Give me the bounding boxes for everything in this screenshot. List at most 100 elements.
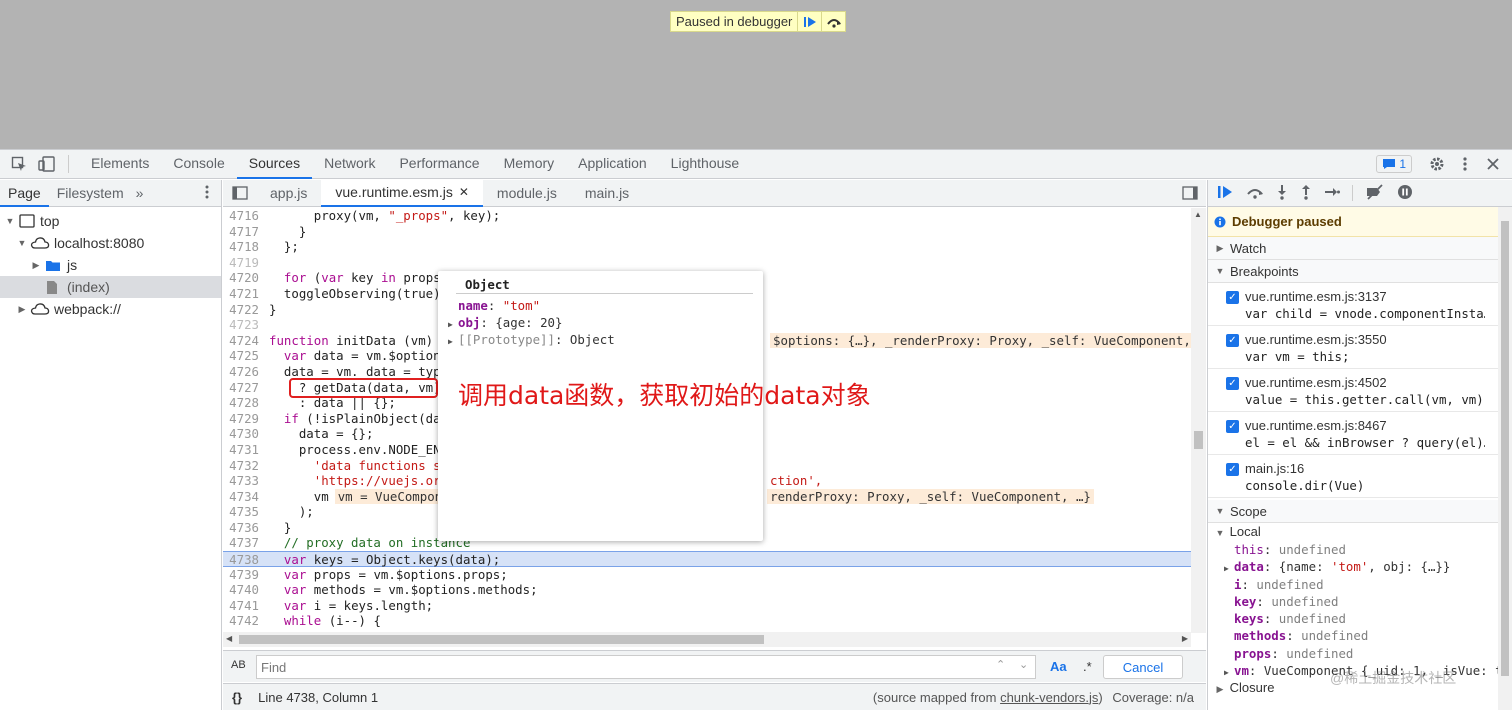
breakpoint-item[interactable]: ✓ main.js:16 console.dir(Vue)	[1208, 455, 1512, 498]
scope-variable[interactable]: ▶ data: {name: 'tom', obj: {…}}	[1208, 558, 1512, 575]
match-case-button[interactable]: Aa	[1050, 659, 1067, 674]
find-previous-icon[interactable]: ⌃	[996, 658, 1005, 671]
scroll-right-icon[interactable]: ▶	[1182, 634, 1188, 643]
code-line[interactable]: 4742 while (i--) {	[223, 613, 1191, 629]
file-tab-module-js[interactable]: module.js	[483, 180, 571, 207]
more-tabs-button[interactable]: »	[132, 180, 148, 207]
scope-variable[interactable]: keys: undefined	[1208, 610, 1512, 627]
local-scope-header[interactable]: ▼ Local	[1208, 523, 1512, 541]
breakpoint-item[interactable]: ✓ vue.runtime.esm.js:3550 var vm = this;	[1208, 326, 1512, 369]
tree-item-index[interactable]: (index)	[0, 276, 221, 298]
line-number[interactable]: 4740	[223, 582, 265, 598]
issues-badge[interactable]: 1	[1376, 155, 1412, 173]
file-tab-vue-runtime[interactable]: vue.runtime.esm.js ✕	[321, 179, 483, 207]
line-number[interactable]: 4733	[223, 473, 265, 489]
line-number[interactable]: 4724	[223, 333, 265, 349]
breakpoint-checkbox[interactable]: ✓	[1226, 377, 1239, 390]
tab-performance[interactable]: Performance	[387, 149, 491, 179]
line-number[interactable]: 4719	[223, 255, 265, 271]
line-number[interactable]: 4730	[223, 426, 265, 442]
tree-item-top[interactable]: ▼ top	[0, 210, 221, 232]
tree-item-webpack[interactable]: ▶ webpack://	[0, 298, 221, 320]
step-into-button[interactable]	[1276, 184, 1288, 203]
line-number[interactable]: 4727	[223, 380, 265, 396]
line-number[interactable]: 4725	[223, 348, 265, 364]
code-line[interactable]: 4719	[223, 255, 1191, 271]
tab-elements[interactable]: Elements	[79, 149, 161, 179]
tab-page[interactable]: Page	[0, 180, 49, 207]
pretty-print-button[interactable]: {}	[232, 690, 242, 705]
cancel-button[interactable]: Cancel	[1103, 655, 1183, 679]
line-number[interactable]: 4728	[223, 395, 265, 411]
vertical-scrollbar[interactable]: ▲	[1191, 208, 1206, 633]
line-number[interactable]: 4718	[223, 239, 265, 255]
line-number[interactable]: 4726	[223, 364, 265, 380]
code-line[interactable]: 4738 var keys = Object.keys(data);	[223, 551, 1191, 567]
line-number[interactable]: 4732	[223, 458, 265, 474]
tree-item-js-folder[interactable]: ▶ js	[0, 254, 221, 276]
line-number[interactable]: 4736	[223, 520, 265, 536]
line-number[interactable]: 4741	[223, 598, 265, 614]
debugger-scrollbar[interactable]	[1498, 207, 1512, 710]
code-line[interactable]: 4716 proxy(vm, "_props", key);	[223, 208, 1191, 224]
scroll-up-icon[interactable]: ▲	[1194, 210, 1202, 219]
code-line[interactable]: 4717 }	[223, 224, 1191, 240]
breakpoint-item[interactable]: ✓ vue.runtime.esm.js:3137 var child = vn…	[1208, 283, 1512, 326]
tree-item-localhost[interactable]: ▼ localhost:8080	[0, 232, 221, 254]
watch-section-header[interactable]: ▶ Watch	[1208, 237, 1512, 260]
close-devtools-button[interactable]	[1484, 155, 1502, 173]
line-number[interactable]: 4739	[223, 567, 265, 583]
tab-application[interactable]: Application	[566, 149, 659, 179]
line-number[interactable]: 4723	[223, 317, 265, 333]
scroll-thumb[interactable]	[1501, 221, 1509, 676]
line-number[interactable]: 4721	[223, 286, 265, 302]
popover-prop-obj[interactable]: ▶ obj: {age: 20}	[438, 314, 763, 331]
scroll-thumb[interactable]	[239, 635, 764, 644]
scope-variable[interactable]: i: undefined	[1208, 576, 1512, 593]
device-toolbar-button[interactable]	[38, 155, 56, 173]
toggle-navigator-button[interactable]	[223, 186, 256, 200]
inspect-element-button[interactable]	[10, 155, 28, 173]
scope-variable[interactable]: methods: undefined	[1208, 627, 1512, 644]
scroll-left-icon[interactable]: ◀	[226, 634, 232, 643]
file-tab-main-js[interactable]: main.js	[571, 180, 643, 207]
code-line[interactable]: 4718 };	[223, 239, 1191, 255]
line-number[interactable]: 4729	[223, 411, 265, 427]
line-number[interactable]: 4716	[223, 208, 265, 224]
pause-on-exceptions-button[interactable]	[1397, 184, 1413, 203]
line-number[interactable]: 4738	[223, 552, 265, 567]
line-number[interactable]: 4722	[223, 302, 265, 318]
step-button[interactable]	[1324, 186, 1340, 201]
popover-prop-prototype[interactable]: ▶ [[Prototype]]: Object	[438, 331, 763, 348]
source-map-link[interactable]: chunk-vendors.js	[1000, 690, 1098, 705]
scope-variable[interactable]: key: undefined	[1208, 593, 1512, 610]
breakpoints-section-header[interactable]: ▼ Breakpoints	[1208, 260, 1512, 283]
file-tab-app-js[interactable]: app.js	[256, 180, 321, 207]
find-next-icon[interactable]: ⌄	[1019, 658, 1028, 671]
find-input[interactable]	[256, 655, 1036, 679]
horizontal-scrollbar[interactable]: ◀ ▶	[223, 632, 1191, 647]
breakpoint-checkbox[interactable]: ✓	[1226, 463, 1239, 476]
scope-variable[interactable]: this: undefined	[1208, 541, 1512, 558]
breakpoint-checkbox[interactable]: ✓	[1226, 291, 1239, 304]
more-options-button[interactable]	[1456, 155, 1474, 173]
scope-section-header[interactable]: ▼ Scope	[1208, 500, 1512, 523]
code-line[interactable]: 4741 var i = keys.length;	[223, 598, 1191, 614]
step-out-button[interactable]	[1300, 184, 1312, 203]
tab-filesystem[interactable]: Filesystem	[49, 180, 132, 207]
replace-toggle-icon[interactable]: AB	[231, 659, 246, 671]
breakpoint-checkbox[interactable]: ✓	[1226, 420, 1239, 433]
line-number[interactable]: 4737	[223, 535, 265, 551]
navigator-menu-button[interactable]	[205, 185, 209, 202]
line-number[interactable]: 4717	[223, 224, 265, 240]
step-over-button[interactable]	[821, 12, 845, 31]
breakpoint-item[interactable]: ✓ vue.runtime.esm.js:4502 value = this.g…	[1208, 369, 1512, 412]
line-number[interactable]: 4720	[223, 270, 265, 286]
scope-variable[interactable]: props: undefined	[1208, 645, 1512, 662]
code-line[interactable]: 4740 var methods = vm.$options.methods;	[223, 582, 1191, 598]
line-number[interactable]: 4735	[223, 504, 265, 520]
scroll-thumb[interactable]	[1194, 431, 1203, 449]
close-tab-icon[interactable]: ✕	[459, 179, 469, 205]
line-number[interactable]: 4734	[223, 489, 265, 505]
tab-memory[interactable]: Memory	[492, 149, 567, 179]
